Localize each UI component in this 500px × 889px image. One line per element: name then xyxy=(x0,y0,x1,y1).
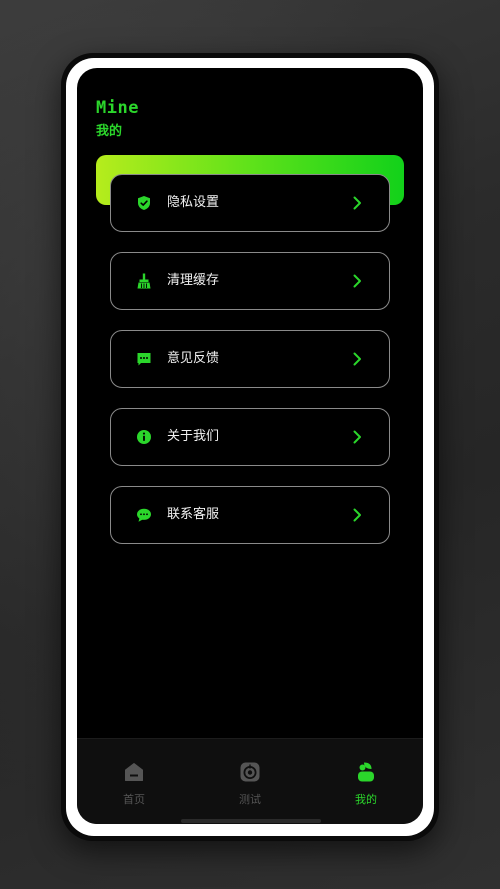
chevron-right-icon xyxy=(353,196,361,210)
home-icon xyxy=(125,763,143,781)
app-screen: Mine 我的 隐私设置 清理缓存 意见反馈 关于我们 联系客服 首页 测试 我… xyxy=(77,68,423,824)
chevron-right-icon xyxy=(353,508,361,522)
menu-item-label: 联系客服 xyxy=(167,507,220,522)
menu-item-privacy[interactable]: 隐私设置 xyxy=(110,174,390,232)
chevron-right-icon xyxy=(353,274,361,288)
page-title-cn: 我的 xyxy=(96,124,123,139)
page-title-en: Mine xyxy=(96,98,139,118)
tab-label: 我的 xyxy=(355,793,377,806)
chevron-right-icon xyxy=(353,430,361,444)
bottom-tab-bar: 首页 测试 我的 xyxy=(77,738,423,824)
menu-list: 隐私设置 清理缓存 意见反馈 关于我们 联系客服 xyxy=(110,174,390,564)
menu-item-feedback[interactable]: 意见反馈 xyxy=(110,330,390,388)
menu-item-about-us[interactable]: 关于我们 xyxy=(110,408,390,466)
test-gauge-icon xyxy=(240,762,260,782)
chevron-right-icon xyxy=(353,352,361,366)
tab-home[interactable]: 首页 xyxy=(99,761,169,811)
menu-item-label: 意见反馈 xyxy=(167,351,220,366)
menu-item-clear-cache[interactable]: 清理缓存 xyxy=(110,252,390,310)
tab-label: 测试 xyxy=(239,793,261,806)
chat-bubble-icon xyxy=(137,508,151,522)
info-circle-icon xyxy=(137,430,151,444)
user-icon xyxy=(358,762,374,782)
menu-item-label: 清理缓存 xyxy=(167,273,220,288)
menu-item-label: 关于我们 xyxy=(167,429,220,444)
tab-label: 首页 xyxy=(123,793,145,806)
menu-item-label: 隐私设置 xyxy=(167,195,220,210)
tab-test[interactable]: 测试 xyxy=(215,761,285,811)
tab-mine[interactable]: 我的 xyxy=(331,761,401,811)
broom-icon xyxy=(137,273,151,289)
shield-check-icon xyxy=(138,196,150,210)
menu-item-contact-service[interactable]: 联系客服 xyxy=(110,486,390,544)
feedback-message-icon xyxy=(137,353,151,366)
home-indicator xyxy=(181,819,321,823)
